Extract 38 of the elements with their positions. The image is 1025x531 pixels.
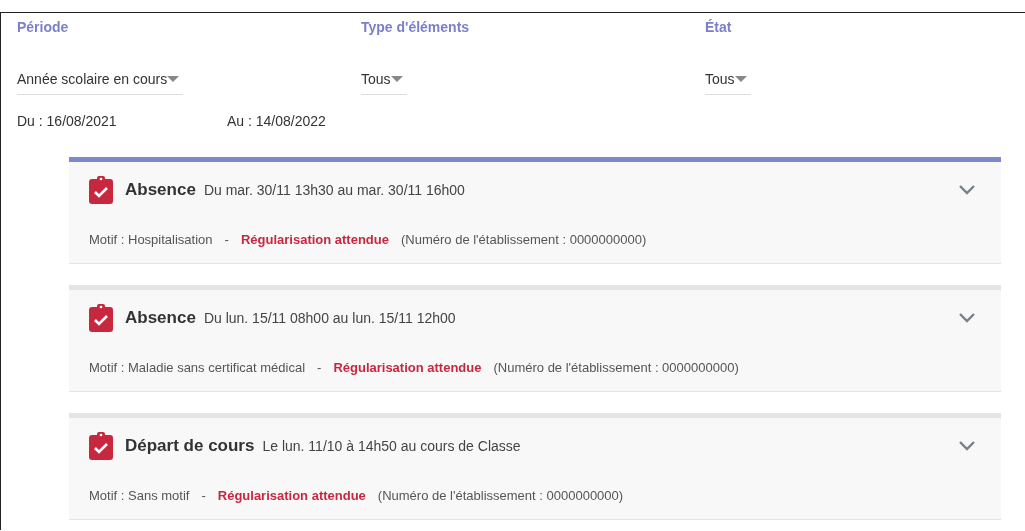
clipboard-check-icon (89, 176, 113, 204)
event-motif: Motif : Sans motif (89, 488, 190, 503)
chevron-icon[interactable] (957, 312, 977, 324)
separator-text: - (224, 232, 229, 247)
clipboard-check-icon (89, 304, 113, 332)
clipboard-check-icon (89, 432, 113, 460)
event-time: Du mar. 30/11 13h30 au mar. 30/11 16h00 (203, 182, 465, 198)
separator-text: - (201, 488, 206, 503)
caret-icon (734, 76, 747, 82)
status-label: Régularisation attendue (217, 488, 366, 503)
separator-text: - (317, 360, 322, 375)
dropdown-field[interactable]: Tous (705, 69, 751, 95)
event-motif: Motif : Maladie sans certificat médical (89, 360, 306, 375)
end-date: Au : 14/08/2022 (227, 113, 326, 129)
event-title: Départ de cours (125, 436, 255, 456)
start-date: Du : 16/08/2021 (17, 113, 118, 129)
event-card[interactable]: Absence Du mar. 30/11 13h30 au mar. 30/11 16h00 Motif : Hospitalisation - Régularisation attendue (Numéro de l'établissement : 0000000000) (69, 157, 1001, 264)
event-title: Absence (125, 308, 196, 328)
status-label: Régularisation attendue (240, 232, 389, 247)
chevron-icon[interactable] (957, 184, 977, 196)
event-detail: (Numéro de l'établissement : 0000000000) (493, 360, 739, 375)
event-time: Du lun. 15/11 08h00 au lun. 15/11 12h00 (203, 310, 456, 326)
event-card[interactable]: Départ de cours Le lun. 11/10 à 14h50 au cours de Classe Motif : Sans motif - Régularisation attendue (Numéro de l'établissement : 0000000000) (69, 413, 1001, 520)
caret-icon (167, 76, 180, 82)
event-time: Le lun. 11/10 à 14h50 au cours de Classe (262, 438, 521, 454)
caret-icon (390, 76, 403, 82)
event-detail: (Numéro de l'établissement : 0000000000) (377, 488, 624, 503)
event-card[interactable]: Absence Du lun. 15/11 08h00 au lun. 15/11 12h00 Motif : Maladie sans certificat médical - Régularisation attendue (Numéro de l'établissement : 0000000000) (69, 285, 1001, 392)
status-label: Régularisation attendue (333, 360, 482, 375)
filter-label: Période (17, 19, 70, 37)
event-motif: Motif : Hospitalisation (89, 232, 213, 247)
dropdown-field[interactable]: Tous (361, 69, 407, 95)
event-title: Absence (125, 180, 196, 200)
dropdown-field[interactable]: Année scolaire en cours (17, 69, 184, 95)
filter-label: Type d'éléments (361, 19, 471, 37)
chevron-icon[interactable] (957, 440, 977, 452)
filter-label: État (705, 19, 733, 37)
event-detail: (Numéro de l'établissement : 0000000000) (401, 232, 647, 247)
